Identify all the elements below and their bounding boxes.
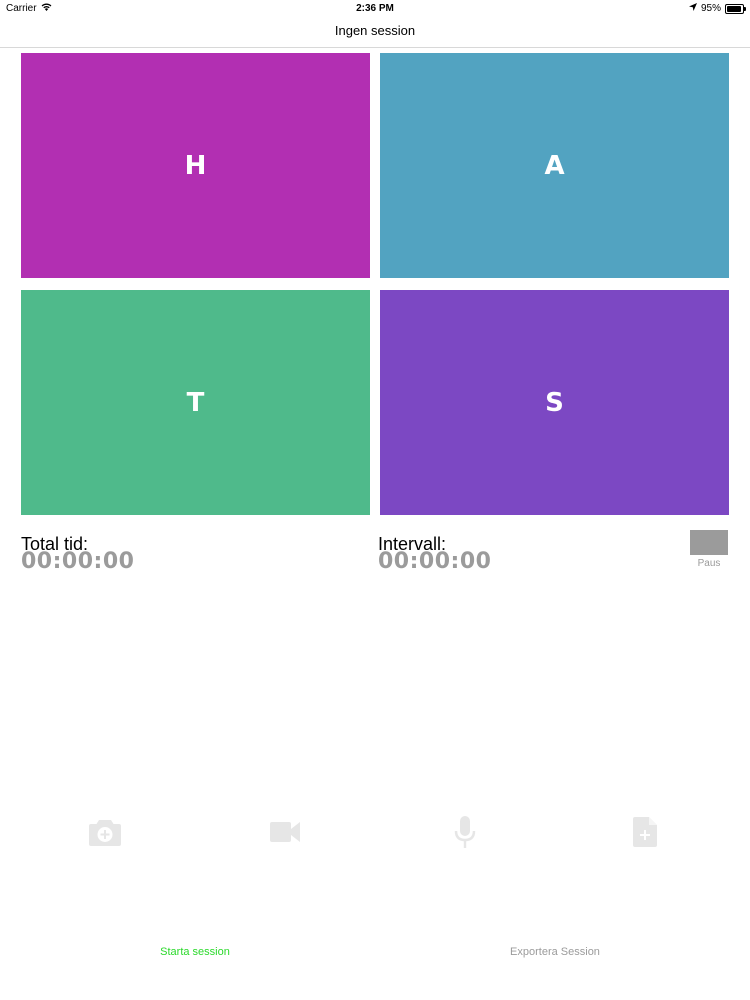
tile-s-label: S	[545, 387, 564, 418]
microphone-icon	[454, 816, 476, 848]
page-title: Ingen session	[334, 23, 416, 38]
tile-a-button[interactable]: A	[380, 53, 729, 278]
camera-icon	[89, 820, 121, 846]
interval-value: 00:00:00	[378, 549, 492, 574]
export-session-button[interactable]: Exportera Session	[455, 946, 655, 958]
location-arrow-icon	[688, 3, 697, 14]
start-session-button[interactable]: Starta session	[95, 946, 295, 958]
microphone-button[interactable]	[445, 812, 485, 852]
pause-button[interactable]	[690, 530, 728, 555]
battery-icon	[725, 3, 746, 14]
status-bar: Carrier 2:36 PM 95%	[0, 0, 750, 16]
tile-s-button[interactable]: S	[380, 290, 729, 515]
status-right: 95%	[688, 3, 746, 14]
video-camera-icon	[270, 822, 300, 842]
video-button[interactable]	[265, 812, 305, 852]
tile-h-button[interactable]: H	[21, 53, 370, 278]
battery-fill	[727, 5, 742, 12]
add-document-icon	[633, 817, 657, 847]
battery-percentage: 95%	[700, 3, 721, 14]
tile-t-label: T	[186, 387, 205, 418]
tile-a-label: A	[544, 150, 565, 181]
tile-h-label: H	[184, 150, 207, 181]
add-document-button[interactable]	[625, 812, 665, 852]
tile-t-button[interactable]: T	[21, 290, 370, 515]
status-time: 2:36 PM	[356, 3, 394, 14]
pause-label: Paus	[697, 558, 721, 569]
camera-button[interactable]	[85, 812, 125, 852]
navigation-bar: Ingen session	[0, 16, 750, 48]
total-time-value: 00:00:00	[21, 549, 135, 574]
